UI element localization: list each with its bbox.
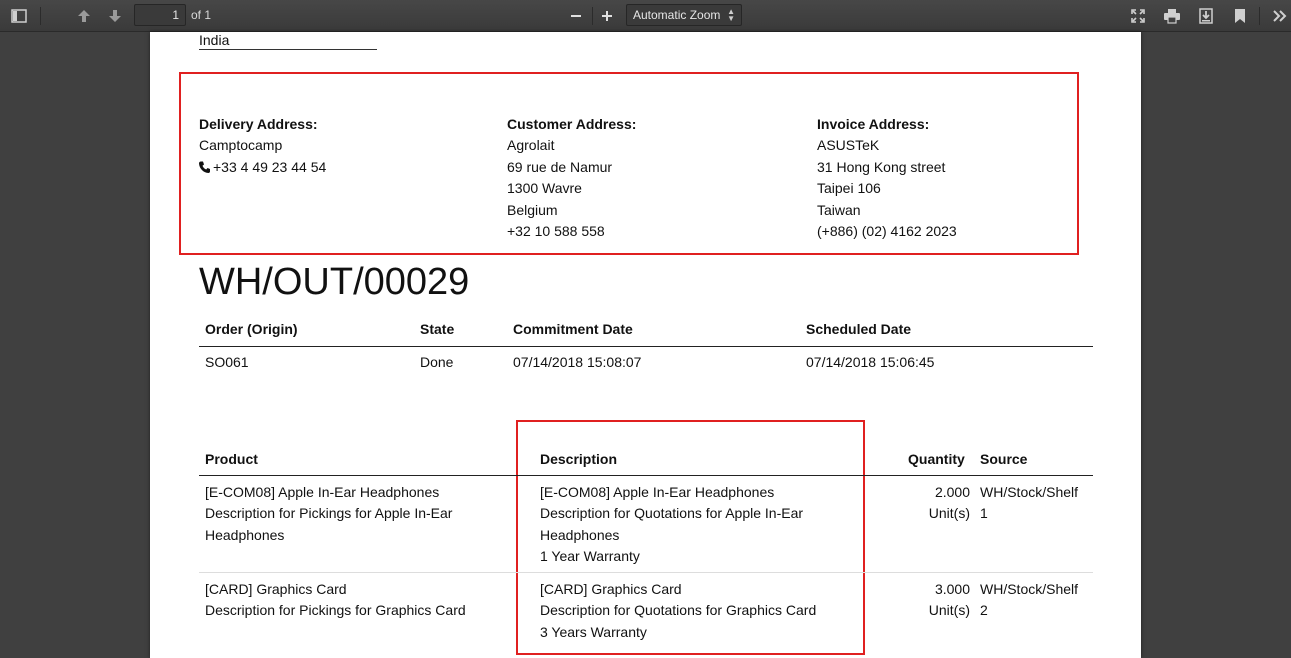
- source-location: WH/Stock/Shelf: [980, 484, 1079, 500]
- description-line: [E-COM08] Apple In-Ear Headphones: [540, 484, 775, 500]
- description-line: 3 Years Warranty: [540, 623, 647, 640]
- document-title: WH/OUT/00029: [199, 261, 470, 303]
- source-location: WH/Stock/Shelf: [980, 581, 1079, 597]
- customer-address-line: 69 rue de Namur: [507, 158, 613, 175]
- source-location-index: 1: [980, 505, 988, 522]
- info-header-commitment-date: Commitment Date: [513, 321, 633, 337]
- table-row-source: WH/Stock/Shelf 1: [980, 482, 1078, 525]
- arrow-down-icon[interactable]: [102, 4, 128, 28]
- tools-icon[interactable]: [1267, 4, 1291, 28]
- customer-address-line: Agrolait: [507, 137, 555, 154]
- info-commitment-date-value: 07/14/2018 15:08:07: [513, 354, 642, 370]
- quantity-value: 3.000: [934, 581, 970, 597]
- delivery-address-heading: Delivery Address:: [199, 116, 318, 132]
- invoice-address-line: 31 Hong Kong street: [817, 158, 946, 175]
- info-state-value: Done: [420, 354, 454, 370]
- quantity-unit: Unit(s): [928, 505, 970, 522]
- description-line: Description for Quotations for Graphics …: [540, 602, 817, 619]
- customer-address: Customer Address: Agrolait 69 rue de Nam…: [507, 114, 636, 242]
- product-line: [E-COM08] Apple In-Ear Headphones: [205, 484, 440, 500]
- minus-icon[interactable]: [563, 4, 589, 28]
- invoice-address-line: Taiwan: [817, 201, 861, 218]
- pdf-page: India Delivery Address: Camptocamp +33 4…: [150, 32, 1141, 658]
- invoice-address-line: (+886) (02) 4162 2023: [817, 223, 957, 240]
- row-divider: [199, 572, 1093, 573]
- info-scheduled-date-value: 07/14/2018 15:06:45: [806, 354, 935, 370]
- delivery-phone-text: +33 4 49 23 44 54: [213, 158, 327, 175]
- zoom-select-value: Automatic Zoom: [633, 8, 721, 22]
- delivery-address-name: Camptocamp: [199, 137, 283, 154]
- customer-address-heading: Customer Address:: [507, 116, 637, 132]
- print-icon[interactable]: [1159, 4, 1185, 28]
- table-row-source: WH/Stock/Shelf 2: [980, 579, 1078, 622]
- delivery-address: Delivery Address: Camptocamp +33 4 49 23…: [199, 114, 326, 179]
- table-row-description: [CARD] Graphics Card Description for Quo…: [540, 579, 816, 643]
- info-origin-value: SO061: [205, 354, 249, 370]
- arrow-up-icon[interactable]: [71, 4, 97, 28]
- plus-icon[interactable]: [594, 4, 620, 28]
- toolbar-separator: [592, 7, 593, 25]
- fullscreen-icon[interactable]: [1125, 4, 1151, 28]
- table-row-quantity: 3.000 Unit(s): [890, 579, 970, 622]
- info-header-origin: Order (Origin): [205, 321, 298, 337]
- description-line: 1 Year Warranty: [540, 548, 640, 565]
- table-row-product: [CARD] Graphics Card Description for Pic…: [205, 579, 466, 622]
- download-icon[interactable]: [1193, 4, 1219, 28]
- description-line: Description for Quotations for Apple In-…: [540, 505, 804, 522]
- product-header-description: Description: [540, 451, 618, 467]
- phone-icon: [199, 158, 210, 179]
- table-row-product: [E-COM08] Apple In-Ear Headphones Descri…: [205, 482, 452, 546]
- product-line: Description for Pickings for Graphics Ca…: [205, 602, 466, 619]
- sidebar-toggle-icon[interactable]: [6, 4, 32, 28]
- quantity-unit: Unit(s): [928, 602, 970, 619]
- invoice-address-line: Taipei 106: [817, 180, 881, 197]
- page-count-label: of 1: [191, 8, 212, 22]
- table-row-quantity: 2.000 Unit(s): [890, 482, 970, 525]
- divider: [199, 475, 1093, 476]
- toolbar-separator: [1259, 7, 1260, 25]
- info-header-scheduled-date: Scheduled Date: [806, 321, 912, 337]
- bookmark-icon[interactable]: [1227, 4, 1253, 28]
- divider: [199, 346, 1093, 347]
- info-header-state: State: [420, 321, 455, 337]
- product-header-source: Source: [980, 451, 1028, 467]
- table-row-description: [E-COM08] Apple In-Ear Headphones Descri…: [540, 482, 803, 568]
- product-header-quantity: Quantity: [908, 451, 965, 467]
- product-line: [CARD] Graphics Card: [205, 581, 347, 597]
- divider: [199, 49, 377, 50]
- page-number-input[interactable]: 1: [134, 4, 186, 26]
- description-line: [CARD] Graphics Card: [540, 581, 682, 597]
- product-line: Headphones: [205, 526, 285, 543]
- invoice-address-line: ASUSTeK: [817, 137, 880, 154]
- customer-address-line: +32 10 588 558: [507, 223, 605, 240]
- source-location-index: 2: [980, 602, 988, 619]
- toolbar-separator: [40, 7, 41, 25]
- customer-address-line: 1300 Wavre: [507, 180, 582, 197]
- description-line: Headphones: [540, 526, 620, 543]
- zoom-select[interactable]: Automatic Zoom ▲ ▼: [626, 4, 742, 26]
- select-caret-icon: ▲ ▼: [727, 7, 735, 23]
- partner-country: India: [199, 32, 230, 48]
- quantity-value: 2.000: [934, 484, 970, 500]
- delivery-address-phone-row: +33 4 49 23 44 54: [199, 157, 326, 179]
- pdf-toolbar: 1 of 1 Automatic Zoom ▲ ▼: [0, 0, 1291, 32]
- invoice-address: Invoice Address: ASUSTeK 31 Hong Kong st…: [817, 114, 957, 242]
- invoice-address-heading: Invoice Address:: [817, 116, 930, 132]
- customer-address-line: Belgium: [507, 201, 558, 218]
- product-header-product: Product: [205, 451, 258, 467]
- product-line: Description for Pickings for Apple In-Ea…: [205, 505, 453, 522]
